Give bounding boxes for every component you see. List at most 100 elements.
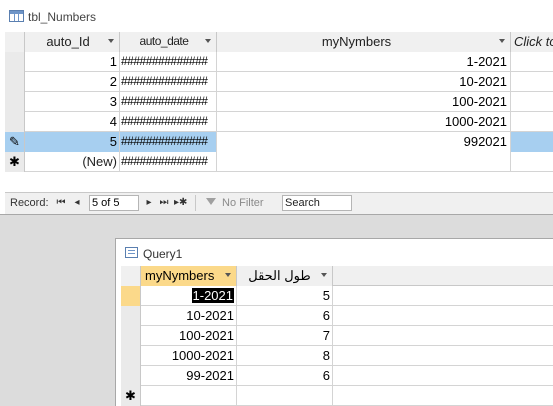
no-filter-button[interactable]: No Filter (222, 197, 264, 209)
cell-auto-date[interactable]: ############## (120, 72, 217, 92)
column-header-click-to-add[interactable]: Click to Add (511, 32, 553, 52)
cell-auto-date[interactable]: ############## (120, 152, 217, 172)
table-row[interactable]: 1-2021 5 (121, 286, 553, 306)
cell-auto-id[interactable]: 4 (25, 112, 120, 132)
column-header-label: طول الحقل (248, 268, 311, 283)
divider (195, 195, 196, 211)
record-label: Record: (10, 197, 49, 209)
cell-click-to-add[interactable] (511, 92, 553, 112)
table-row-new[interactable]: ✱ (New) ############## (5, 152, 553, 172)
cell-mynymbers[interactable]: 1-2021 (217, 52, 511, 72)
record-selector[interactable] (121, 286, 141, 306)
cell-mynymbers[interactable]: 1000-2021 (141, 346, 237, 366)
cell-auto-id[interactable]: 3 (25, 92, 120, 112)
table-icon (9, 10, 24, 22)
record-navigation-bar: Record: ⏮ ◂ 5 of 5 ▸ ⏭ ▸✱ No Filter Sear… (5, 192, 553, 214)
table-row[interactable]: 2 ############## 10-2021 (5, 72, 553, 92)
cell-length[interactable]: 7 (237, 326, 333, 346)
record-selector[interactable] (121, 306, 141, 326)
column-header-label: Click to Add (514, 34, 553, 49)
previous-record-icon[interactable]: ◂ (71, 196, 83, 210)
select-all-corner[interactable] (121, 266, 141, 286)
column-header-auto-date[interactable]: auto_date (120, 32, 217, 52)
new-record-icon[interactable]: ✱ (121, 386, 141, 406)
table-row-new[interactable]: ✱ (121, 386, 553, 406)
cell-mynymbers-editing[interactable]: 992021 (217, 132, 511, 152)
cell-click-to-add[interactable] (511, 112, 553, 132)
cell-click-to-add[interactable] (511, 152, 553, 172)
table-window-title: tbl_Numbers (28, 10, 97, 24)
cell-mynymbers[interactable] (141, 386, 237, 406)
cell-auto-date[interactable]: ############## (120, 132, 217, 152)
column-header-mynymbers[interactable]: myNymbers (217, 32, 511, 52)
select-all-corner[interactable] (5, 32, 25, 52)
record-selector[interactable] (5, 92, 25, 112)
query-datasheet-grid: myNymbers طول الحقل 1-2021 5 10-2021 6 1… (121, 266, 553, 406)
cell-click-to-add[interactable] (511, 52, 553, 72)
cell-mynymbers[interactable]: 1-2021 (141, 286, 237, 306)
datasheet-grid: auto_Id auto_date myNymbers Click to Add… (5, 32, 553, 192)
cell-auto-date[interactable]: ############## (120, 112, 217, 132)
record-selector[interactable] (5, 112, 25, 132)
next-record-icon[interactable]: ▸ (143, 196, 155, 210)
column-header-auto-id[interactable]: auto_Id (25, 32, 120, 52)
chevron-down-icon[interactable] (321, 273, 327, 277)
cell-auto-id[interactable]: 5 (25, 132, 120, 152)
record-selector[interactable] (121, 346, 141, 366)
chevron-down-icon[interactable] (108, 39, 114, 43)
query-window-title-bar[interactable]: Query1 (116, 239, 553, 265)
record-selector[interactable] (121, 366, 141, 386)
table-row[interactable]: 100-2021 7 (121, 326, 553, 346)
table-row[interactable]: 99-2021 6 (121, 366, 553, 386)
cell-length[interactable]: 5 (237, 286, 333, 306)
record-selector[interactable] (121, 326, 141, 346)
cell-auto-id[interactable]: 2 (25, 72, 120, 92)
new-record-nav-icon[interactable]: ▸✱ (174, 196, 187, 210)
column-header-label: auto_date (139, 34, 189, 48)
search-input[interactable]: Search (282, 195, 352, 211)
table-row[interactable]: 1 ############## 1-2021 (5, 52, 553, 72)
column-header-mynymbers[interactable]: myNymbers (141, 266, 237, 286)
new-record-icon[interactable]: ✱ (5, 152, 25, 172)
grid-header-row: auto_Id auto_date myNymbers Click to Add (5, 32, 553, 52)
cell-mynymbers[interactable]: 10-2021 (217, 72, 511, 92)
column-header-label: auto_Id (46, 34, 90, 49)
cell-length[interactable]: 8 (237, 346, 333, 366)
table-row[interactable]: 4 ############## 1000-2021 (5, 112, 553, 132)
query-icon (125, 247, 138, 258)
cell-value-highlighted: 1-2021 (191, 288, 234, 303)
chevron-down-icon[interactable] (205, 39, 211, 43)
table-window-title-bar[interactable]: tbl_Numbers (0, 0, 553, 32)
table-row[interactable]: 3 ############## 100-2021 (5, 92, 553, 112)
record-selector[interactable] (5, 52, 25, 72)
cell-mynymbers[interactable] (217, 152, 511, 172)
table-row-selected[interactable]: ✎ 5 ############## 992021 (5, 132, 553, 152)
cell-click-to-add[interactable] (511, 132, 553, 152)
table-window: tbl_Numbers auto_Id auto_date myNymbers … (0, 0, 553, 215)
table-row[interactable]: 1000-2021 8 (121, 346, 553, 366)
cell-auto-id[interactable]: (New) (25, 152, 120, 172)
cell-click-to-add[interactable] (511, 72, 553, 92)
query-window: Query1 myNymbers طول الحقل 1-2021 5 10-2… (115, 238, 553, 406)
column-header-field-length[interactable]: طول الحقل (237, 266, 333, 286)
table-row[interactable]: 10-2021 6 (121, 306, 553, 326)
chevron-down-icon[interactable] (225, 273, 231, 277)
query-window-title: Query1 (143, 247, 183, 261)
current-record-field[interactable]: 5 of 5 (89, 195, 139, 211)
cell-auto-id[interactable]: 1 (25, 52, 120, 72)
cell-mynymbers[interactable]: 1000-2021 (217, 112, 511, 132)
cell-mynymbers[interactable]: 99-2021 (141, 366, 237, 386)
cell-length[interactable] (237, 386, 333, 406)
cell-length[interactable]: 6 (237, 306, 333, 326)
chevron-down-icon[interactable] (499, 39, 505, 43)
cell-mynymbers[interactable]: 100-2021 (217, 92, 511, 112)
pencil-icon[interactable]: ✎ (5, 132, 25, 152)
last-record-icon[interactable]: ⏭ (158, 196, 170, 210)
first-record-icon[interactable]: ⏮ (55, 196, 67, 210)
record-selector[interactable] (5, 72, 25, 92)
cell-auto-date[interactable]: ############## (120, 52, 217, 72)
cell-mynymbers[interactable]: 10-2021 (141, 306, 237, 326)
cell-length[interactable]: 6 (237, 366, 333, 386)
cell-auto-date[interactable]: ############## (120, 92, 217, 112)
cell-mynymbers[interactable]: 100-2021 (141, 326, 237, 346)
